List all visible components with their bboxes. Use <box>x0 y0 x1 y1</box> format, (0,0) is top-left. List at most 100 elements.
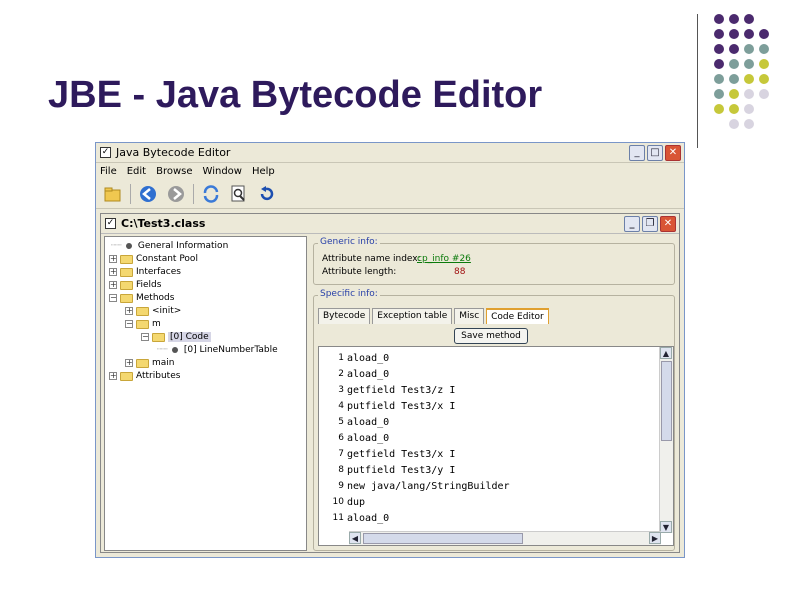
frame-title: C:\Test3.class <box>121 217 206 230</box>
tab-exception-table[interactable]: Exception table <box>372 308 453 324</box>
code-line[interactable]: 11 aload_0 <box>319 510 659 526</box>
line-number: 5 <box>338 417 344 427</box>
scroll-down-icon[interactable]: ▼ <box>660 521 672 533</box>
folder-icon <box>120 280 133 290</box>
attribute-name-index-link[interactable]: cp_info #26 <box>417 254 471 264</box>
window-titlebar: ✓ Java Bytecode Editor _ □ ✕ <box>96 143 684 163</box>
generic-info-group: Generic info: Attribute name index: cp_i… <box>313 237 675 285</box>
attribute-length-value: 88 <box>454 267 466 277</box>
code-line[interactable]: 1 aload_0 <box>319 350 659 366</box>
code-text: putfield Test3/x I <box>347 400 456 412</box>
code-line[interactable]: 10 dup <box>319 494 659 510</box>
decorative-dot <box>744 119 754 129</box>
maximize-button[interactable]: □ <box>647 144 663 161</box>
refresh-icon[interactable] <box>200 183 222 205</box>
folder-icon <box>120 267 133 277</box>
code-line[interactable]: 8 putfield Test3/y I <box>319 462 659 478</box>
save-method-button[interactable]: Save method <box>454 328 528 344</box>
window-title: Java Bytecode Editor <box>116 146 231 159</box>
open-icon[interactable] <box>102 183 124 205</box>
tree-item-main[interactable]: + main <box>125 357 175 369</box>
tab-misc[interactable]: Misc <box>454 308 485 324</box>
frame-minimize-button[interactable]: _ <box>624 215 640 232</box>
menu-file[interactable]: File <box>100 166 117 177</box>
expand-icon[interactable]: + <box>125 359 133 367</box>
menu-edit[interactable]: Edit <box>127 166 146 177</box>
code-line[interactable]: 6 aload_0 <box>319 430 659 446</box>
scroll-up-icon[interactable]: ▲ <box>660 347 672 359</box>
scroll-thumb[interactable] <box>661 361 672 441</box>
code-text: getfield Test3/x I <box>347 448 456 460</box>
collapse-icon[interactable]: − <box>109 294 117 302</box>
tree-item-line-number-table[interactable]: ┈┈ [0] LineNumberTable <box>157 344 278 356</box>
toolbar-separator <box>130 183 131 204</box>
folder-icon <box>136 319 149 329</box>
tree-item-attributes[interactable]: + Attributes <box>109 370 180 382</box>
menu-help[interactable]: Help <box>252 166 275 177</box>
tree-item-constant-pool[interactable]: + Constant Pool <box>109 253 198 265</box>
forward-icon[interactable] <box>165 183 187 205</box>
line-number: 3 <box>338 385 344 395</box>
vertical-scrollbar[interactable]: ▲ ▼ <box>659 347 673 533</box>
code-text: dup <box>347 496 366 508</box>
minimize-button[interactable]: _ <box>629 144 645 161</box>
code-line[interactable]: 5 aload_0 <box>319 414 659 430</box>
expand-icon[interactable]: + <box>125 307 133 315</box>
tree-item-interfaces[interactable]: + Interfaces <box>109 266 181 278</box>
scroll-left-icon[interactable]: ◀ <box>349 532 361 544</box>
tree-item-methods[interactable]: − Methods <box>109 292 174 304</box>
folder-icon <box>120 254 133 264</box>
code-line[interactable]: 4 putfield Test3/x I <box>319 398 659 414</box>
tree-item-m[interactable]: − m <box>125 318 161 330</box>
tree-item-fields[interactable]: + Fields <box>109 279 161 291</box>
back-icon[interactable] <box>137 183 159 205</box>
tree-item-general-information[interactable]: ┈┈ General Information <box>111 240 228 252</box>
expand-icon[interactable]: + <box>109 372 117 380</box>
line-number: 6 <box>338 433 344 443</box>
tab-bytecode[interactable]: Bytecode <box>318 308 371 324</box>
decorative-dot <box>714 74 724 84</box>
divider-line <box>697 14 698 148</box>
decorative-dot <box>714 104 724 114</box>
scroll-right-icon[interactable]: ▶ <box>649 532 661 544</box>
decorative-dot <box>759 89 769 99</box>
expand-icon[interactable]: + <box>109 281 117 289</box>
code-editor[interactable]: 1 aload_0 2 aload_0 3 getfield Test3/z I 4 putf… <box>318 346 674 546</box>
code-line[interactable]: 9 new java/lang/StringBuilder <box>319 478 659 494</box>
app-icon: ✓ <box>100 147 111 158</box>
horizontal-scrollbar[interactable]: ◀ ▶ <box>349 531 661 545</box>
expand-icon[interactable]: + <box>109 255 117 263</box>
decorative-dot <box>744 104 754 114</box>
code-line[interactable]: 7 getfield Test3/x I <box>319 446 659 462</box>
close-button[interactable]: ✕ <box>665 144 681 161</box>
scroll-thumb[interactable] <box>363 533 523 544</box>
collapse-icon[interactable]: − <box>125 320 133 328</box>
toolbar-separator <box>193 183 194 204</box>
reload-icon[interactable] <box>256 183 278 205</box>
decorative-dot <box>714 14 724 24</box>
line-number: 4 <box>338 401 344 411</box>
find-icon[interactable] <box>228 183 250 205</box>
line-number: 9 <box>338 481 344 491</box>
code-line[interactable]: 2 aload_0 <box>319 366 659 382</box>
code-text: aload_0 <box>347 512 390 524</box>
menu-browse[interactable]: Browse <box>156 166 192 177</box>
attribute-name-index-label: Attribute name index: <box>322 254 421 264</box>
menu-window[interactable]: Window <box>203 166 242 177</box>
frame-close-button[interactable]: ✕ <box>660 215 676 232</box>
decorative-dot <box>729 59 739 69</box>
code-text: new java/lang/StringBuilder <box>347 480 510 492</box>
collapse-icon[interactable]: − <box>141 333 149 341</box>
tab-code-editor[interactable]: Code Editor <box>486 308 549 324</box>
class-tree: ┈┈ General Information + Constant Pool +… <box>104 236 307 551</box>
decorative-dot <box>729 119 739 129</box>
decorative-dot <box>714 89 724 99</box>
frame-restore-button[interactable]: ❐ <box>642 215 658 232</box>
tree-item-code[interactable]: − [0] Code <box>141 331 211 343</box>
code-text: putfield Test3/y I <box>347 464 456 476</box>
code-line[interactable]: 3 getfield Test3/z I <box>319 382 659 398</box>
decorative-dot <box>744 14 754 24</box>
expand-icon[interactable]: + <box>109 268 117 276</box>
tree-item-init[interactable]: + <init> <box>125 305 181 317</box>
decorative-dot <box>759 44 769 54</box>
